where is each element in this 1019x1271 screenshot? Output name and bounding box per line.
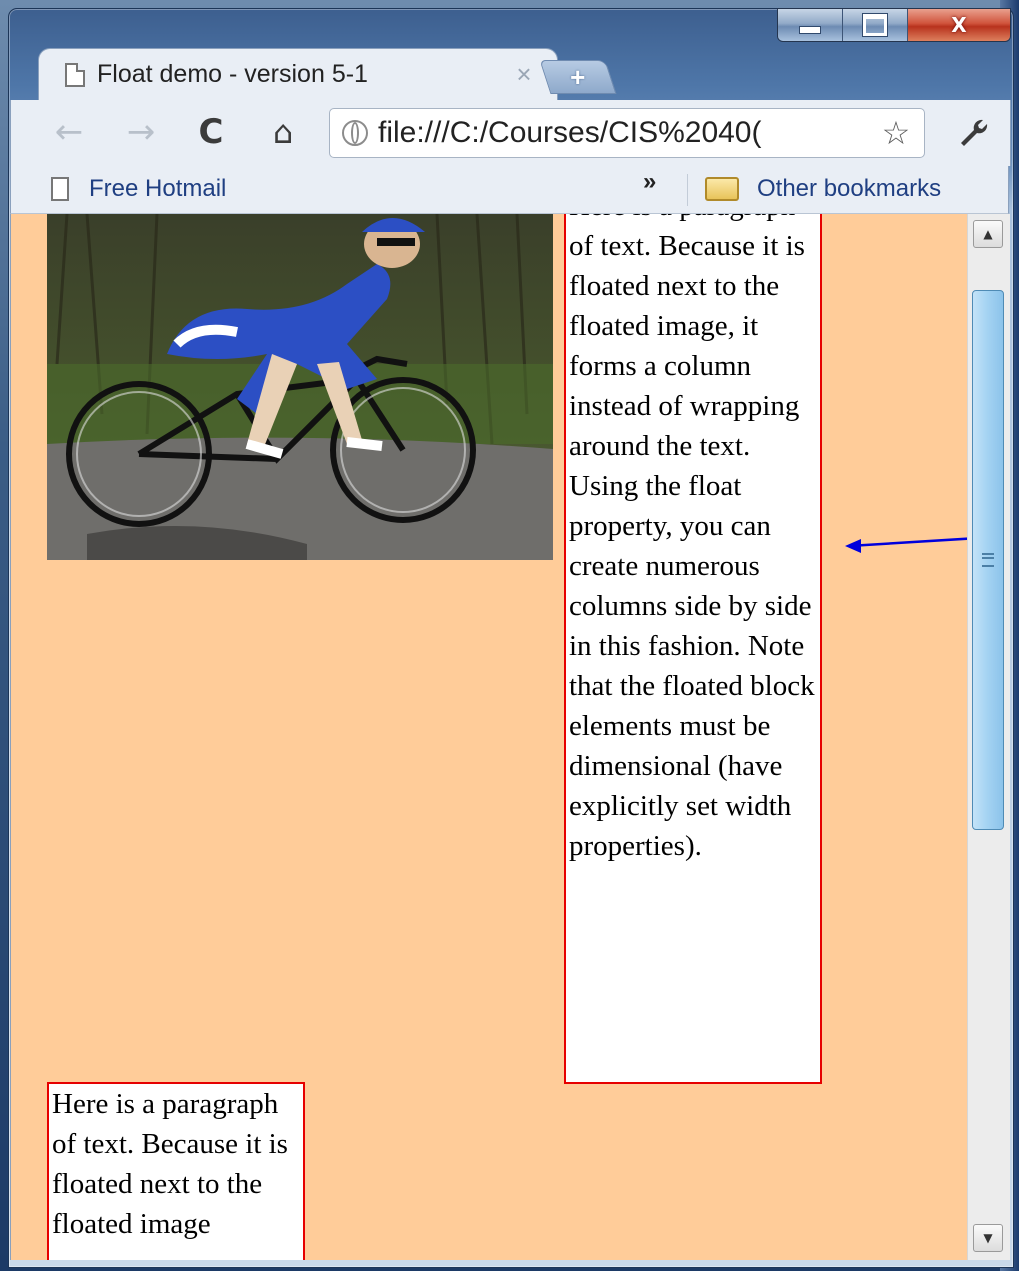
window-controls: X xyxy=(777,8,1011,42)
other-bookmarks-button[interactable]: Other bookmarks xyxy=(705,172,941,206)
scroll-up-button[interactable]: ▲ xyxy=(973,220,1003,248)
globe-icon xyxy=(342,120,368,146)
address-text[interactable]: file:///C:/Courses/CIS%2040( xyxy=(378,116,876,150)
maximize-button[interactable] xyxy=(843,9,908,41)
minimize-button[interactable] xyxy=(778,9,843,41)
minimize-icon xyxy=(799,26,821,34)
home-icon: ⌂ xyxy=(272,113,294,151)
tab-close-icon[interactable]: × xyxy=(509,59,539,90)
maximize-icon xyxy=(863,14,887,36)
vertical-scrollbar[interactable]: ▲ ▼ xyxy=(967,214,1010,1260)
bookmarks-bar: Free Hotmail » Other bookmarks xyxy=(10,166,1009,214)
bookmark-free-hotmail[interactable]: Free Hotmail xyxy=(51,172,226,206)
folder-icon xyxy=(705,177,739,201)
floated-column-1: Here is a paragraph of text. Because it … xyxy=(564,214,822,1084)
scroll-down-button[interactable]: ▼ xyxy=(973,1224,1003,1252)
tab-title: Float demo - version 5-1 xyxy=(97,60,368,88)
arrow-head xyxy=(845,539,861,553)
reload-icon: C xyxy=(198,112,224,152)
other-bookmarks-label: Other bookmarks xyxy=(757,175,942,202)
grip-icon xyxy=(982,553,994,567)
reload-button[interactable]: C xyxy=(189,112,233,152)
page-content: Here is a paragraph of text. Because it … xyxy=(10,214,1010,1260)
new-tab-button[interactable]: + xyxy=(539,60,617,94)
wrench-icon xyxy=(961,119,988,146)
bookmarks-overflow-icon[interactable]: » xyxy=(643,168,656,196)
back-button[interactable]: ← xyxy=(47,112,91,152)
cyclist-image xyxy=(47,214,553,560)
tab-float-demo[interactable]: Float demo - version 5-1 × xyxy=(38,48,558,100)
wrench-menu-button[interactable] xyxy=(949,112,995,152)
forward-arrow-icon: → xyxy=(126,112,156,152)
plus-icon: + xyxy=(570,61,586,92)
bookmark-label: Free Hotmail xyxy=(89,175,227,202)
floated-column-2: Here is a paragraph of text. Because it … xyxy=(47,1082,305,1260)
bookmarks-divider xyxy=(687,174,688,206)
bookmark-star-icon[interactable]: ☆ xyxy=(876,114,916,152)
scrollbar-thumb[interactable] xyxy=(972,290,1004,830)
page-icon xyxy=(65,62,85,87)
back-arrow-icon: ← xyxy=(54,112,84,152)
cyclist-photo xyxy=(47,214,553,560)
forward-button[interactable]: → xyxy=(119,112,163,152)
home-button[interactable]: ⌂ xyxy=(261,112,305,152)
close-window-button[interactable]: X xyxy=(908,9,1010,41)
browser-toolbar: ← → C ⌂ file:///C:/Courses/CIS%2040( ☆ xyxy=(10,100,1011,166)
page-icon xyxy=(51,177,69,201)
address-bar[interactable]: file:///C:/Courses/CIS%2040( ☆ xyxy=(329,108,925,158)
